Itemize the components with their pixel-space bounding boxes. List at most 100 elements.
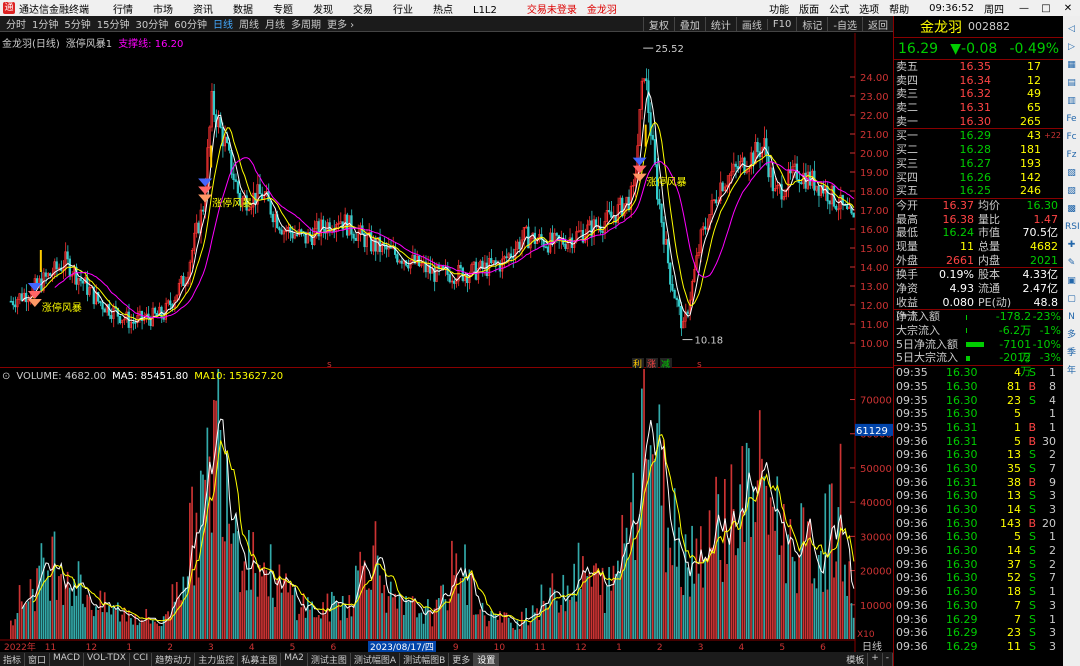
menu-item-0[interactable]: 行情	[113, 5, 133, 16]
bottom-tab-12[interactable]: 更多	[449, 652, 475, 666]
bottom-tab-5[interactable]: 趋势动力	[152, 652, 196, 666]
period-tab-9[interactable]: 多周期	[291, 16, 321, 31]
sidebar-icon-2[interactable]: ▦	[1065, 58, 1078, 72]
bottom-tab-13[interactable]: 设置	[474, 652, 500, 666]
sidebar-icon-17[interactable]: 多	[1065, 328, 1078, 342]
tick-row[interactable]: 09:36 16.30 35 S 7	[894, 462, 1063, 476]
tick-row[interactable]: 09:35 16.30 23 S 4	[894, 394, 1063, 408]
sidebar-icon-8[interactable]: ▧	[1065, 166, 1078, 180]
sidebar-icon-3[interactable]: ▤	[1065, 76, 1078, 90]
menu-item-9[interactable]: L1L2	[473, 5, 497, 16]
bottom-tab-10[interactable]: 测试幅图A	[351, 652, 401, 666]
menu-item-5[interactable]: 发现	[313, 5, 333, 16]
candlestick-chart[interactable]: 金龙羽(日线) 涨停风暴1 支撑线: 16.20 24.00 23.00 22.00…	[0, 33, 893, 370]
tick-row[interactable]: 09:35 16.31 1 B 1	[894, 421, 1063, 435]
sidebar-icon-5[interactable]: Fe	[1065, 112, 1078, 126]
stock-link[interactable]: 金龙羽	[587, 1, 617, 16]
volume-chart[interactable]: ⊙ VOLUME: 4682.00 MA5: 85451.80 MA10: 15…	[0, 332, 893, 653]
tick-row[interactable]: 09:36 16.31 5 B 30	[894, 435, 1063, 449]
menu-item-3[interactable]: 数据	[233, 5, 253, 16]
sidebar-icon-15[interactable]: ▢	[1065, 292, 1078, 306]
indicator-name[interactable]: 涨停风暴1	[66, 35, 112, 50]
tick-row[interactable]: 09:36 16.30 13 S 2	[894, 448, 1063, 462]
bottom-right-button-0[interactable]: 模板	[843, 652, 869, 666]
sidebar-icon-9[interactable]: ▨	[1065, 184, 1078, 198]
maximize-button[interactable]: □	[1036, 3, 1056, 14]
tick-row[interactable]: 09:36 16.30 5 S 1	[894, 530, 1063, 544]
bottom-tab-11[interactable]: 测试幅图B	[400, 652, 450, 666]
right-menu-item-3[interactable]: 选项	[859, 1, 879, 16]
period-tab-2[interactable]: 5分钟	[64, 16, 90, 31]
tick-row[interactable]: 09:36 16.30 14 S 2	[894, 544, 1063, 558]
volume-settings-icon[interactable]: ⊙	[2, 371, 10, 382]
login-status[interactable]: 交易未登录	[527, 1, 577, 16]
sidebar-icon-12[interactable]: ✚	[1065, 238, 1078, 252]
tick-row[interactable]: 09:36 16.30 18 S 1	[894, 585, 1063, 599]
menu-item-7[interactable]: 行业	[393, 5, 413, 16]
bottom-tab-9[interactable]: 测试主图	[308, 652, 351, 666]
close-button[interactable]: ✕	[1058, 3, 1078, 14]
sidebar-icon-18[interactable]: 季	[1065, 346, 1078, 360]
right-menu-item-1[interactable]: 版面	[799, 1, 819, 16]
tick-row[interactable]: 09:36 16.29 7 S 1	[894, 613, 1063, 627]
menu-item-2[interactable]: 资讯	[193, 5, 213, 16]
tick-row[interactable]: 09:36 16.29 11 S 3	[894, 640, 1063, 654]
right-menu-item-4[interactable]: 帮助	[889, 1, 909, 16]
bottom-tab-1[interactable]: 窗口	[25, 652, 51, 666]
right-menu-item-2[interactable]: 公式	[829, 1, 849, 16]
sidebar-icon-16[interactable]: N	[1065, 310, 1078, 324]
period-tab-10[interactable]: 更多 ›	[327, 16, 354, 31]
sidebar-icon-7[interactable]: Fz	[1065, 148, 1078, 162]
sidebar-icon-13[interactable]: ✎	[1065, 256, 1078, 270]
sidebar-icon-19[interactable]: 年	[1065, 364, 1078, 378]
period-tab-7[interactable]: 周线	[239, 16, 259, 31]
tick-row[interactable]: 09:35 16.30 81 B 8	[894, 380, 1063, 394]
bottom-tab-6[interactable]: 主力监控	[195, 652, 239, 666]
tick-list[interactable]: 09:35 16.30 4 S 1 09:35 16.30 81 B 8 09:35 16.30 23 S…	[894, 366, 1063, 653]
toolbar-button-4[interactable]: F10	[766, 18, 796, 30]
period-tab-0[interactable]: 分时	[6, 16, 26, 31]
tick-row[interactable]: 09:36 16.30 143 B 20	[894, 517, 1063, 531]
sidebar-icon-11[interactable]: RSI	[1065, 220, 1080, 234]
bottom-tab-2[interactable]: MACD	[50, 652, 85, 666]
period-tab-6[interactable]: 日线	[213, 16, 233, 31]
period-tab-3[interactable]: 15分钟	[97, 16, 130, 31]
tick-row[interactable]: 09:36 16.30 13 S 3	[894, 489, 1063, 503]
sidebar-icon-4[interactable]: ▥	[1065, 94, 1078, 108]
sidebar-icon-0[interactable]: ◁	[1065, 22, 1078, 36]
period-tab-8[interactable]: 月线	[265, 16, 285, 31]
toolbar-button-6[interactable]: -自选	[827, 16, 862, 32]
tick-row[interactable]: 09:36 16.31 38 B 9	[894, 476, 1063, 490]
bottom-tab-4[interactable]: CCI	[130, 652, 153, 666]
toolbar-button-2[interactable]: 统计	[704, 16, 736, 32]
minimize-button[interactable]: —	[1014, 3, 1034, 14]
tick-row[interactable]: 09:36 16.30 37 S 2	[894, 558, 1063, 572]
menu-item-1[interactable]: 市场	[153, 5, 173, 16]
sidebar-icon-1[interactable]: ▷	[1065, 40, 1078, 54]
tick-row[interactable]: 09:36 16.30 7 S 3	[894, 599, 1063, 613]
tick-row[interactable]: 09:36 16.30 52 S 7	[894, 571, 1063, 585]
toolbar-button-0[interactable]: 复权	[642, 16, 674, 32]
bottom-tab-0[interactable]: 指标	[0, 652, 26, 666]
bottom-tab-7[interactable]: 私募主图	[238, 652, 282, 666]
menu-item-8[interactable]: 热点	[433, 5, 453, 16]
sidebar-icon-14[interactable]: ▣	[1065, 274, 1078, 288]
bottom-tab-3[interactable]: VOL-TDX	[84, 652, 130, 666]
menu-item-4[interactable]: 专题	[273, 5, 293, 16]
right-menu-item-0[interactable]: 功能	[769, 1, 789, 16]
toolbar-button-7[interactable]: 返回	[862, 16, 893, 32]
sidebar-icon-6[interactable]: Fc	[1065, 130, 1078, 144]
tick-row[interactable]: 09:35 16.30 4 S 1	[894, 366, 1063, 380]
toolbar-button-5[interactable]: 标记	[796, 16, 827, 32]
tick-row[interactable]: 09:36 16.30 14 S 3	[894, 503, 1063, 517]
period-tab-1[interactable]: 1分钟	[32, 16, 58, 31]
sidebar-icon-10[interactable]: ▩	[1065, 202, 1078, 216]
period-tab-5[interactable]: 60分钟	[174, 16, 207, 31]
bottom-right-button-2[interactable]: -	[883, 652, 893, 666]
tick-row[interactable]: 09:35 16.30 5 1	[894, 407, 1063, 421]
bottom-tab-8[interactable]: MA2	[281, 652, 308, 666]
tick-row[interactable]: 09:36 16.29 23 S 3	[894, 626, 1063, 640]
toolbar-button-1[interactable]: 叠加	[673, 16, 705, 32]
bottom-right-button-1[interactable]: +	[868, 652, 883, 666]
toolbar-button-3[interactable]: 画线	[735, 16, 767, 32]
